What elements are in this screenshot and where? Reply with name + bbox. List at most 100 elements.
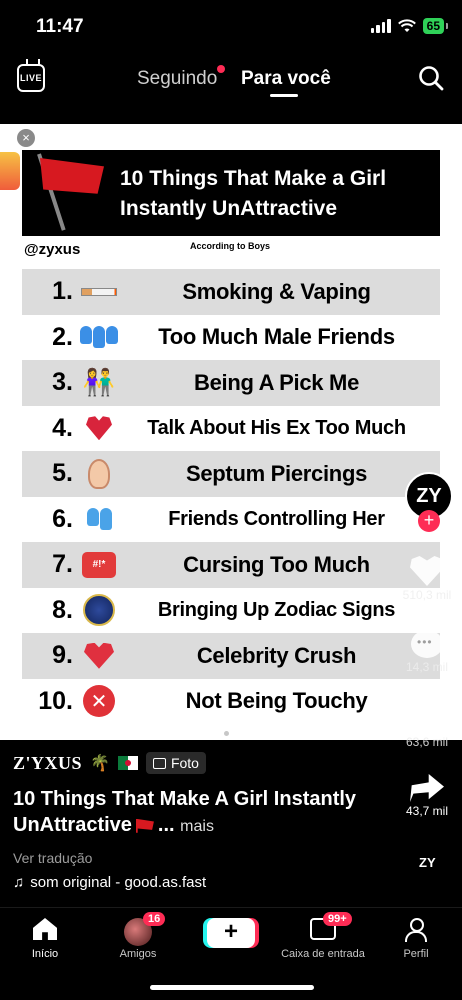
search-icon[interactable]: [418, 65, 444, 91]
comment-count: 14,3 mil: [405, 660, 449, 674]
like-button[interactable]: 510,3 mil: [398, 556, 456, 602]
translate-link[interactable]: Ver tradução: [13, 850, 383, 866]
live-icon[interactable]: LIVE: [17, 64, 45, 92]
couple-icon: 👫: [82, 367, 116, 398]
notification-dot: [217, 65, 225, 73]
caption-text[interactable]: 10 Things That Make A Girl Instantly UnA…: [13, 786, 383, 840]
status-icons: 65: [370, 18, 449, 34]
item-label: Smoking & Vaping: [182, 278, 371, 304]
close-icon[interactable]: ×: [17, 129, 35, 147]
home-icon: [33, 918, 57, 940]
list-item: 6. Friends Controlling Her: [22, 497, 440, 543]
zodiac-icon: [77, 593, 121, 627]
follow-button[interactable]: +: [418, 510, 440, 532]
status-time: 11:47: [36, 16, 84, 37]
photo-icon: [152, 757, 166, 769]
algeria-flag-icon: [117, 756, 138, 770]
tab-following[interactable]: Seguindo: [137, 68, 217, 90]
item-label: Too Much Male Friends: [158, 324, 395, 350]
broken-heart-icon: [77, 411, 121, 445]
nav-home[interactable]: Início: [0, 918, 90, 960]
author-row: Z'YXUS 🌴 Foto: [13, 750, 383, 776]
top-nav: LIVE Seguindo Para você: [0, 52, 462, 110]
tab-for-you[interactable]: Para você: [241, 68, 331, 90]
list-item: 2. Too Much Male Friends: [22, 315, 440, 361]
caption-ellipsis: ...: [157, 814, 175, 836]
comment-button[interactable]: 14,3 mil: [398, 630, 456, 674]
nav-home-label: Início: [31, 948, 59, 960]
share-count: 43,7 mil: [405, 804, 449, 818]
item-number: 9.: [52, 641, 73, 670]
list-item: 10. ✕ Not Being Touchy: [22, 679, 440, 725]
sound-name: som original - good.as.fast: [30, 874, 207, 891]
image-subtitle: According to Boys: [190, 241, 271, 251]
cigarette-icon: [77, 275, 121, 309]
carousel-indicator: [214, 731, 229, 736]
item-number: 3.: [52, 368, 73, 397]
item-number: 6.: [52, 504, 73, 533]
item-number: 10.: [38, 686, 73, 715]
banner-title: 10 Things That Make a Girl Instantly UnA…: [120, 167, 387, 220]
item-label: Friends Controlling Her: [168, 507, 385, 530]
nav-friends[interactable]: 16 Amigos: [93, 912, 183, 960]
item-label: Cursing Too Much: [183, 551, 370, 577]
save-count: 63,6 mil: [405, 735, 449, 749]
share-button[interactable]: 43,7 mil: [398, 774, 456, 818]
profile-icon: [405, 918, 427, 942]
item-label: Septum Piercings: [185, 460, 368, 486]
post-image[interactable]: × 10 Things That Make a Girl Instantly U…: [0, 124, 462, 740]
heart-icon: [410, 556, 444, 586]
image-handle: @zyxus: [24, 241, 81, 258]
item-number: 8.: [52, 595, 73, 624]
item-label: Talk About His Ex Too Much: [147, 416, 406, 439]
active-tab-indicator: [270, 94, 298, 97]
item-number: 1.: [52, 277, 73, 306]
item-label: Bringing Up Zodiac Signs: [157, 598, 396, 621]
nav-profile-label: Perfil: [403, 948, 429, 960]
palm-tree-icon: 🌴: [90, 755, 110, 772]
list: 1. Smoking & Vaping 2. Too Much Male Fri…: [22, 269, 440, 724]
gift-icon[interactable]: [0, 152, 20, 190]
status-bar: 11:47 65: [0, 0, 462, 52]
music-note-icon: ♫: [13, 874, 25, 891]
people-icon: [77, 320, 121, 354]
people-icon: [77, 502, 121, 536]
list-item: 9. Celebrity Crush: [22, 633, 440, 679]
nav-profile[interactable]: Perfil: [371, 918, 461, 960]
item-label: Being A Pick Me: [193, 369, 360, 395]
photo-badge: Foto: [145, 752, 206, 774]
red-flag-icon: [135, 818, 154, 833]
nose-icon: [77, 457, 121, 491]
battery-icon: 65: [422, 18, 449, 34]
nav-friends-label: Amigos: [119, 948, 157, 960]
item-label: Not Being Touchy: [185, 688, 368, 714]
heart-arrow-icon: [77, 639, 121, 673]
photo-badge-label: Foto: [170, 755, 199, 771]
list-item: 7. #!* Cursing Too Much: [22, 542, 440, 588]
bottom-nav: Início 16 Amigos + 99+ Caixa de entrada …: [0, 907, 462, 967]
save-button[interactable]: 63,6 mil: [398, 703, 456, 749]
sound-disc-icon[interactable]: ZY: [419, 855, 445, 883]
nav-inbox[interactable]: 99+ Caixa de entrada: [277, 912, 369, 960]
create-button[interactable]: +: [207, 918, 255, 948]
list-item: 3. 👫 Being A Pick Me: [22, 360, 440, 406]
comment-icon: [411, 630, 443, 658]
item-number: 2.: [52, 322, 73, 351]
caption: Z'YXUS 🌴 Foto 10 Things That Make A Girl…: [13, 750, 383, 891]
inbox-badge: 99+: [323, 912, 352, 926]
author-name[interactable]: Z'YXUS: [13, 753, 82, 774]
item-number: 4.: [52, 413, 73, 442]
bookmark-icon: [415, 703, 439, 733]
share-icon: [410, 774, 444, 802]
x-icon: ✕: [77, 684, 121, 718]
list-item: 8. Bringing Up Zodiac Signs: [22, 588, 440, 634]
more-link[interactable]: mais: [180, 818, 214, 835]
wifi-icon: [397, 19, 416, 32]
home-indicator: [150, 985, 314, 990]
list-item: 5. Septum Piercings: [22, 451, 440, 497]
item-label: Celebrity Crush: [196, 642, 357, 668]
list-item: 1. Smoking & Vaping: [22, 269, 440, 315]
nav-inbox-label: Caixa de entrada: [281, 948, 365, 960]
signal-icon: [370, 19, 391, 33]
sound-link[interactable]: ♫ som original - good.as.fast: [13, 874, 245, 891]
